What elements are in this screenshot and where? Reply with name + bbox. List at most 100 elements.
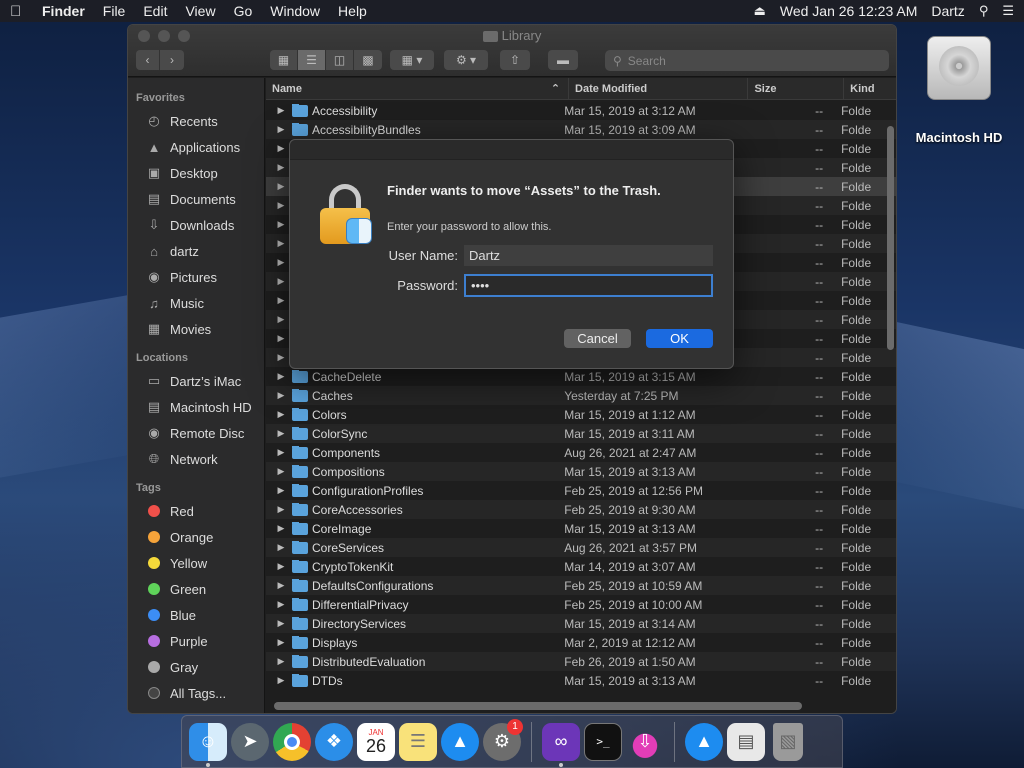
disclosure-triangle-icon[interactable]: ▶ [270, 485, 292, 496]
table-row[interactable]: ▶ DTDs Mar 15, 2019 at 3:13 AM -- Folde [266, 671, 896, 690]
visual-studio-icon[interactable]: ∞ [542, 722, 580, 767]
cancel-button[interactable]: Cancel [564, 329, 631, 348]
disclosure-triangle-icon[interactable]: ▶ [270, 124, 292, 135]
column-kind[interactable]: Kind [844, 78, 896, 99]
column-date-modified[interactable]: Date Modified [569, 78, 749, 99]
disclosure-triangle-icon[interactable]: ▶ [270, 618, 292, 629]
disclosure-triangle-icon[interactable]: ▶ [270, 504, 292, 515]
table-row[interactable]: ▶ CryptoTokenKit Mar 14, 2019 at 3:07 AM --… [266, 557, 896, 576]
share-icon[interactable]: ⇧ [500, 50, 530, 70]
table-row[interactable]: ▶ ColorSync Mar 15, 2019 at 3:11 AM -- Folde [266, 424, 896, 443]
table-row[interactable]: ▶ CoreServices Aug 26, 2021 at 3:57 PM -- Fo… [266, 538, 896, 557]
sidebar-item-pictures[interactable]: ◉ Pictures [128, 264, 264, 290]
column-view-icon[interactable]: ◫ [326, 50, 354, 70]
edit-tags-icon[interactable]: ▬ [548, 50, 578, 70]
notification-center-icon[interactable]: ☰ [1002, 3, 1014, 19]
disclosure-triangle-icon[interactable]: ▶ [270, 637, 292, 648]
disclosure-triangle-icon[interactable]: ▶ [270, 599, 292, 610]
table-row[interactable]: ▶ Colors Mar 15, 2019 at 1:12 AM -- Folde [266, 405, 896, 424]
disclosure-triangle-icon[interactable]: ▶ [270, 523, 292, 534]
vertical-scrollbar[interactable] [887, 126, 894, 350]
disclosure-triangle-icon[interactable]: ▶ [270, 675, 292, 686]
sidebar-tag-red[interactable]: Red [128, 498, 264, 524]
sidebar-tag-orange[interactable]: Orange [128, 524, 264, 550]
menu-file[interactable]: File [103, 3, 126, 19]
disclosure-triangle-icon[interactable]: ▶ [270, 580, 292, 591]
sidebar-item-movies[interactable]: ▦ Movies [128, 316, 264, 342]
table-row[interactable]: ▶ ConfigurationProfiles Feb 25, 2019 at 12… [266, 481, 896, 500]
disclosure-triangle-icon[interactable]: ▶ [270, 409, 292, 420]
menu-view[interactable]: View [185, 3, 215, 19]
safari-compass-icon[interactable]: ❖ [315, 722, 353, 761]
sidebar-item-imac[interactable]: ▭ Dartz’s iMac [128, 368, 264, 394]
sidebar-tag-green[interactable]: Green [128, 576, 264, 602]
group-by-button[interactable]: ▦ ▾ [390, 50, 434, 70]
sidebar-item-home[interactable]: ⌂ dartz [128, 238, 264, 264]
table-row[interactable]: ▶ DifferentialPrivacy Feb 25, 2019 at 10:0… [266, 595, 896, 614]
sidebar-all-tags[interactable]: All Tags... [128, 680, 264, 706]
disclosure-triangle-icon[interactable]: ▶ [270, 390, 292, 401]
table-row[interactable]: ▶ Caches Yesterday at 7:25 PM -- Folde [266, 386, 896, 405]
eject-icon[interactable]: ⏏ [754, 3, 766, 19]
table-row[interactable]: ▶ Compositions Mar 15, 2019 at 3:13 AM -- Fo… [266, 462, 896, 481]
menu-edit[interactable]: Edit [143, 3, 167, 19]
menu-clock[interactable]: Wed Jan 26 12:23 AM [780, 3, 918, 19]
disclosure-triangle-icon[interactable]: ▶ [270, 105, 292, 116]
username-field[interactable]: Dartz [464, 245, 713, 266]
forward-button[interactable]: › [160, 50, 184, 70]
sidebar-item-desktop[interactable]: ▣ Desktop [128, 160, 264, 186]
disclosure-triangle-icon[interactable]: ▶ [270, 466, 292, 477]
calendar-icon[interactable]: JAN 26 [357, 722, 395, 761]
disclosure-triangle-icon[interactable]: ▶ [270, 428, 292, 439]
apple-menu-icon[interactable]:  [10, 3, 26, 20]
disclosure-triangle-icon[interactable]: ▶ [270, 371, 292, 382]
sidebar-item-recents[interactable]: ◴ Recents [128, 108, 264, 134]
sidebar-item-network[interactable]: 🌐︎ Network [128, 446, 264, 472]
action-gear-icon[interactable]: ⚙ ▾ [444, 50, 488, 70]
sidebar-tag-gray[interactable]: Gray [128, 654, 264, 680]
sidebar-tag-blue[interactable]: Blue [128, 602, 264, 628]
menu-user[interactable]: Dartz [931, 3, 964, 19]
spotlight-search-icon[interactable]: ⚲ [979, 3, 989, 19]
system-preferences-gear-icon[interactable]: ⚙ 1 [483, 718, 523, 761]
disclosure-triangle-icon[interactable]: ▶ [270, 561, 292, 572]
disclosure-triangle-icon[interactable]: ▶ [270, 656, 292, 667]
sidebar-tag-yellow[interactable]: Yellow [128, 550, 264, 576]
sidebar-item-applications[interactable]: ▲ Applications [128, 134, 264, 160]
terminal-icon[interactable]: >_ [584, 722, 622, 761]
table-row[interactable]: ▶ Displays Mar 2, 2019 at 12:12 AM -- Folde [266, 633, 896, 652]
disclosure-triangle-icon[interactable]: ▶ [270, 542, 292, 553]
document-stack-icon[interactable]: ▤ [727, 722, 765, 761]
column-name[interactable]: Name ⌃ [266, 78, 570, 99]
table-row[interactable]: ▶ Accessibility Mar 15, 2019 at 3:12 AM -- F… [266, 101, 896, 120]
table-row[interactable]: ▶ CoreAccessories Feb 25, 2019 at 9:30 AM -… [266, 500, 896, 519]
table-row[interactable]: ▶ AccessibilityBundles Mar 15, 2019 at 3:0… [266, 120, 896, 139]
installer-icon[interactable]: ⇩ [626, 722, 664, 761]
table-row[interactable]: ▶ DistributedEvaluation Feb 26, 2019 at 1:… [266, 652, 896, 671]
table-row[interactable]: ▶ CacheDelete Mar 15, 2019 at 3:15 AM -- Fol… [266, 367, 896, 386]
desktop-macintosh-hd[interactable]: Macintosh HD [913, 30, 1005, 145]
back-button[interactable]: ‹ [136, 50, 160, 70]
sidebar-item-music[interactable]: ♫ Music [128, 290, 264, 316]
sidebar-tag-purple[interactable]: Purple [128, 628, 264, 654]
chrome-icon[interactable] [273, 722, 311, 761]
column-size[interactable]: Size [748, 78, 845, 99]
table-row[interactable]: ▶ Components Aug 26, 2021 at 2:47 AM -- Fold… [266, 443, 896, 462]
list-view-icon[interactable]: ☰ [298, 50, 326, 70]
finder-dock-icon[interactable]: ☺ [189, 722, 227, 767]
search-field[interactable]: ⚲ Search [605, 50, 889, 71]
menu-app-finder[interactable]: Finder [42, 3, 85, 19]
sidebar-item-downloads[interactable]: ⇩ Downloads [128, 212, 264, 238]
notes-icon[interactable]: ☰ [399, 722, 437, 761]
sidebar-item-macintosh-hd[interactable]: ▤ Macintosh HD [128, 394, 264, 420]
app-store-icon[interactable]: ▲ [441, 722, 479, 761]
sidebar-item-documents[interactable]: ▤ Documents [128, 186, 264, 212]
menu-go[interactable]: Go [234, 3, 253, 19]
gallery-view-icon[interactable]: ▩ [354, 50, 382, 70]
password-field[interactable]: •••• [464, 274, 713, 297]
horizontal-scrollbar[interactable] [274, 702, 802, 710]
disclosure-triangle-icon[interactable]: ▶ [270, 447, 292, 458]
sidebar-item-remote-disc[interactable]: ◉ Remote Disc [128, 420, 264, 446]
table-row[interactable]: ▶ DefaultsConfigurations Feb 25, 2019 at 1… [266, 576, 896, 595]
menu-help[interactable]: Help [338, 3, 367, 19]
